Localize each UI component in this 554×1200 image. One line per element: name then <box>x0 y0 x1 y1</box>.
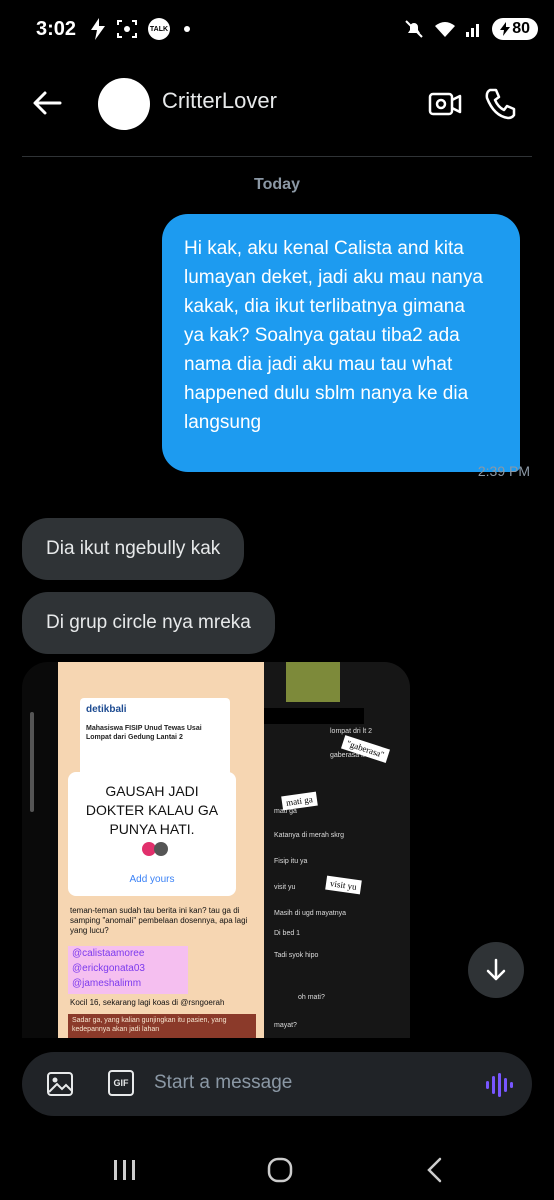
header-divider <box>22 156 532 157</box>
sticker-card: GAUSAH JADI DOKTER KALAU GA PUNYA HATI. … <box>68 772 236 896</box>
message-composer: GIF Start a message <box>22 1052 532 1116</box>
handle-3: @jameshalimm <box>72 978 142 989</box>
conversation-header: CritterLover <box>0 64 554 156</box>
wifi-icon <box>435 22 456 37</box>
chat-line: Tadi syok hipo <box>274 952 319 959</box>
screenshot-icon <box>117 20 137 38</box>
image-attachment[interactable]: detikbali Mahasiswa FISIP Unud Tewas Usa… <box>22 662 410 1038</box>
redacted-bar <box>264 708 364 724</box>
sticker-label: mati ga <box>281 791 318 811</box>
sticker-text: GAUSAH JADI DOKTER KALAU GA PUNYA HATI. <box>85 783 219 837</box>
scroll-to-bottom-button[interactable] <box>468 942 524 998</box>
outgoing-message[interactable]: Hi kak, aku kenal Calista and kita lumay… <box>162 214 520 472</box>
news-site: detikbali <box>86 704 127 715</box>
story-footer-text: Kocil 16, sekarang lagi koas di @rsngoer… <box>70 998 225 1007</box>
handles-box: @calistaamoree @erickgonata03 @jameshali… <box>68 946 188 994</box>
add-yours-label: Add yours <box>129 874 175 885</box>
news-headline: Mahasiswa FISIP Unud Tewas Usai Lompat d… <box>86 725 202 741</box>
story-body-text: teman-teman sudah tau berita ini kan? ta… <box>70 906 248 935</box>
status-left-icons: TALK <box>90 18 190 40</box>
system-nav-bar <box>0 1140 554 1200</box>
news-card: detikbali Mahasiswa FISIP Unud Tewas Usa… <box>80 698 230 776</box>
phone-call-icon[interactable] <box>484 86 518 120</box>
avatar[interactable] <box>98 78 150 130</box>
message-timestamp: 2:39 PM <box>477 463 530 479</box>
chat-line: mayat? <box>274 1022 297 1029</box>
sticker-avatars <box>142 842 170 856</box>
image-icon[interactable] <box>46 1070 74 1098</box>
chat-line: visit yu <box>274 884 296 891</box>
back-arrow-icon[interactable] <box>30 86 64 120</box>
status-right-icons: 80 <box>404 18 538 40</box>
charging-icon <box>500 22 511 36</box>
chat-photo <box>286 662 340 702</box>
signal-icon <box>466 24 480 37</box>
status-time: 3:02 <box>36 18 77 40</box>
incoming-message[interactable]: Dia ikut ngebully kak <box>22 518 245 580</box>
status-bar: 3:02 TALK 80 <box>0 0 554 64</box>
media-scroll-indicator <box>30 712 34 812</box>
battery-indicator: 80 <box>492 18 538 40</box>
chat-line: Katanya di merah skrg <box>274 832 345 839</box>
chat-screenshot-panel: lompat dri lt 2 gaberasa lt 2 mah mati g… <box>264 662 410 1038</box>
chat-line: oh mati? <box>298 994 325 1001</box>
story-red-box: Sadar ga, yang kalian gunjingkan itu pas… <box>68 1014 256 1038</box>
video-call-icon[interactable] <box>428 86 462 120</box>
notification-dot-icon <box>184 26 190 32</box>
date-separator: Today <box>254 176 300 193</box>
voice-message-icon[interactable] <box>484 1072 514 1098</box>
chat-line: Di bed 1 <box>274 930 301 937</box>
handle-2: @erickgonata03 <box>72 963 145 974</box>
chat-line: Masih di ugd mayatnya <box>274 910 346 917</box>
sticker-label: visit yu <box>325 875 362 895</box>
recent-apps-icon[interactable] <box>112 1158 138 1182</box>
battery-level: 80 <box>512 20 530 37</box>
arrow-down-icon <box>486 958 506 981</box>
gif-button[interactable]: GIF <box>108 1070 134 1096</box>
incoming-message[interactable]: Di grup circle nya mreka <box>22 592 275 654</box>
mute-icon <box>405 20 423 38</box>
back-nav-icon[interactable] <box>424 1156 444 1184</box>
home-icon[interactable] <box>266 1156 294 1184</box>
talk-badge-icon: TALK <box>148 18 170 40</box>
chat-line: Fisip itu ya <box>274 858 308 865</box>
message-input[interactable]: Start a message <box>154 1072 292 1094</box>
handle-1: @calistaamoree <box>72 948 145 959</box>
flash-icon <box>91 18 105 40</box>
chat-line: lompat dri lt 2 <box>330 728 373 735</box>
news-story-panel: detikbali Mahasiswa FISIP Unud Tewas Usa… <box>58 662 264 1038</box>
contact-name[interactable]: CritterLover <box>162 88 277 114</box>
